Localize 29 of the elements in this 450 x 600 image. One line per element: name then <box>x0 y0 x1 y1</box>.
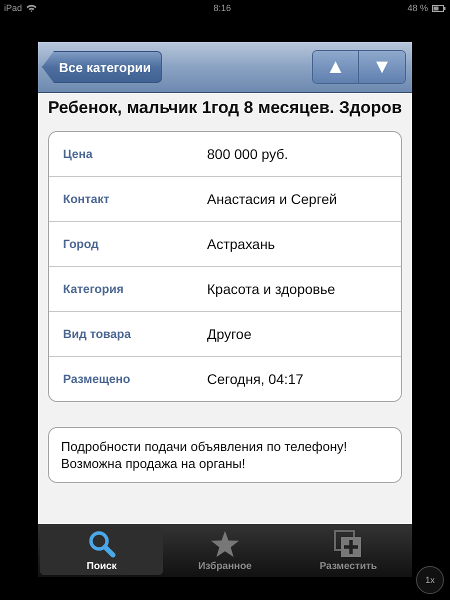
star-icon <box>210 530 240 558</box>
next-button[interactable]: ▼ <box>359 51 405 83</box>
field-label: Город <box>62 237 100 251</box>
field-value: Анастасия и Сергей <box>207 191 337 207</box>
field-label: Цена <box>62 147 94 161</box>
battery-icon <box>432 4 446 12</box>
description-text: Подробности подачи объявления по телефону!Возможна продажа на органы! <box>48 427 402 483</box>
back-button[interactable]: Все категории <box>42 51 162 83</box>
search-icon <box>88 530 116 558</box>
field-value: Сегодня, 04:17 <box>207 371 304 387</box>
tab[interactable]: Разместить <box>286 526 410 575</box>
battery-percent: 48 % <box>407 3 428 13</box>
field-value: Другое <box>207 326 252 342</box>
listing-title: Ребенок, мальчик 1год 8 месяцев. Здоров <box>48 97 402 119</box>
device-name: iPad <box>4 3 22 13</box>
tab[interactable]: Избранное <box>163 526 287 575</box>
zoom-button[interactable]: 1x <box>416 566 444 594</box>
wifi-icon <box>26 4 38 12</box>
field-label: Вид товара <box>62 327 132 341</box>
field-label: Размещено <box>62 372 132 386</box>
field-value: Астрахань <box>207 236 275 252</box>
field-label: Контакт <box>62 192 110 206</box>
field-label: Категория <box>62 282 125 296</box>
previous-button[interactable]: ▲ <box>313 51 359 83</box>
field-value: Красота и здоровье <box>207 281 336 297</box>
add-page-icon <box>334 530 362 558</box>
clock-time: 8:16 <box>213 3 232 13</box>
field-value: 800 000 руб. <box>207 146 288 162</box>
tab[interactable]: Поиск <box>40 526 164 575</box>
